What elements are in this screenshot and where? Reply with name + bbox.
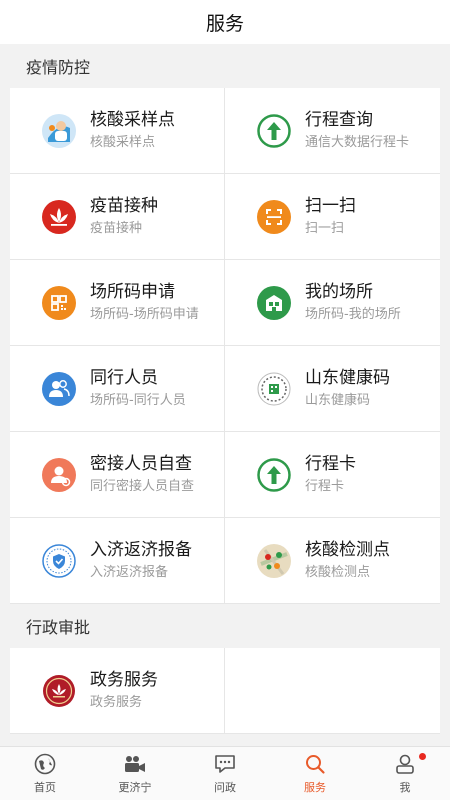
itinerary-card-icon [257,457,291,492]
service-sublabel: 核酸采样点 [90,134,156,150]
tab-me[interactable]: 我 [360,747,450,800]
service-sublabel: 场所码-我的场所 [305,306,401,322]
service-sublabel: 政务服务 [90,694,143,710]
scan-icon [257,199,291,234]
video-camera-icon [122,752,148,776]
epidemic-services-panel: 核酸采样点 核酸采样点 行程查询 通信大数据行程卡 疫苗接种 疫苗接种 扫一扫 … [10,88,440,604]
service-label: 行程卡 [305,453,356,474]
service-my-venue[interactable]: 我的场所 场所码-我的场所 [225,260,440,346]
service-label: 核酸采样点 [90,109,175,130]
service-sublabel: 入济返济报备 [90,564,169,580]
admin-services-panel: 政务服务 政务服务 [10,648,440,734]
user-icon [392,752,418,776]
tab-label: 我 [399,781,411,794]
service-label: 场所码申请 [90,281,175,302]
my-venue-icon [257,285,291,320]
service-sublabel: 场所码-同行人员 [90,392,186,408]
service-nucleic-sampling[interactable]: 核酸采样点 核酸采样点 [10,88,225,174]
service-scan[interactable]: 扫一扫 扫一扫 [225,174,440,260]
tab-home[interactable]: 首页 [0,747,90,800]
empty-cell [225,648,440,734]
app-header: 服务 [0,0,450,44]
service-label: 密接人员自查 [90,453,192,474]
tab-label: 更济宁 [118,781,152,794]
tab-label: 问政 [214,781,236,794]
page-title: 服务 [205,12,244,35]
service-nucleic-test-site[interactable]: 核酸检测点 核酸检测点 [225,518,440,604]
service-government-affairs[interactable]: 政务服务 政务服务 [10,648,225,734]
service-label: 核酸检测点 [305,539,390,560]
service-label: 扫一扫 [305,195,356,216]
service-label: 疫苗接种 [90,195,158,216]
service-sublabel: 场所码-场所码申请 [90,306,199,322]
service-sublabel: 核酸检测点 [305,564,371,580]
service-companions[interactable]: 同行人员 场所码-同行人员 [10,346,225,432]
notification-badge [418,753,426,760]
service-sublabel: 同行密接人员自查 [90,478,195,494]
nucleic-sampling-icon [42,113,76,148]
service-sublabel: 行程卡 [305,478,345,494]
tab-more-jining[interactable]: 更济宁 [90,747,180,800]
service-shandong-health-code[interactable]: 山东健康码 山东健康码 [225,346,440,432]
service-label: 同行人员 [90,367,158,388]
service-label: 政务服务 [90,669,158,690]
service-sublabel: 扫一扫 [305,220,345,236]
section-title-epidemic: 疫情防控 [10,44,440,88]
service-vaccine[interactable]: 疫苗接种 疫苗接种 [10,174,225,260]
shield-badge-icon [42,543,76,578]
qr-code-icon [42,285,76,320]
chat-bubble-icon [212,752,238,776]
vaccine-lotus-icon [42,199,76,234]
service-venue-code-apply[interactable]: 场所码申请 场所码-场所码申请 [10,260,225,346]
service-label: 我的场所 [305,281,373,302]
companions-icon [42,371,76,406]
health-code-icon [257,372,291,406]
search-icon [302,752,328,776]
section-title-admin-approval: 行政审批 [10,604,440,648]
tab-inquiry[interactable]: 问政 [180,747,270,800]
service-itinerary-query[interactable]: 行程查询 通信大数据行程卡 [225,88,440,174]
service-label: 行程查询 [305,109,373,130]
service-label: 入济返济报备 [90,539,192,560]
service-entry-return-report[interactable]: 入济返济报备 入济返济报备 [10,518,225,604]
tab-services[interactable]: 服务 [270,747,360,800]
government-emblem-icon [42,674,76,708]
home-globe-icon [32,752,58,776]
contact-check-icon [42,457,76,492]
tab-label: 服务 [304,781,326,794]
service-label: 山东健康码 [305,367,390,388]
map-pin-icon [257,543,291,578]
tab-label: 首页 [34,781,56,794]
itinerary-arrow-icon [257,113,291,148]
service-itinerary-card[interactable]: 行程卡 行程卡 [225,432,440,518]
service-sublabel: 山东健康码 [305,392,371,408]
bottom-tab-bar: 首页 更济宁 问政 服务 我 [0,746,450,800]
service-sublabel: 通信大数据行程卡 [305,134,410,150]
service-close-contact-check[interactable]: 密接人员自查 同行密接人员自查 [10,432,225,518]
service-sublabel: 疫苗接种 [90,220,143,236]
